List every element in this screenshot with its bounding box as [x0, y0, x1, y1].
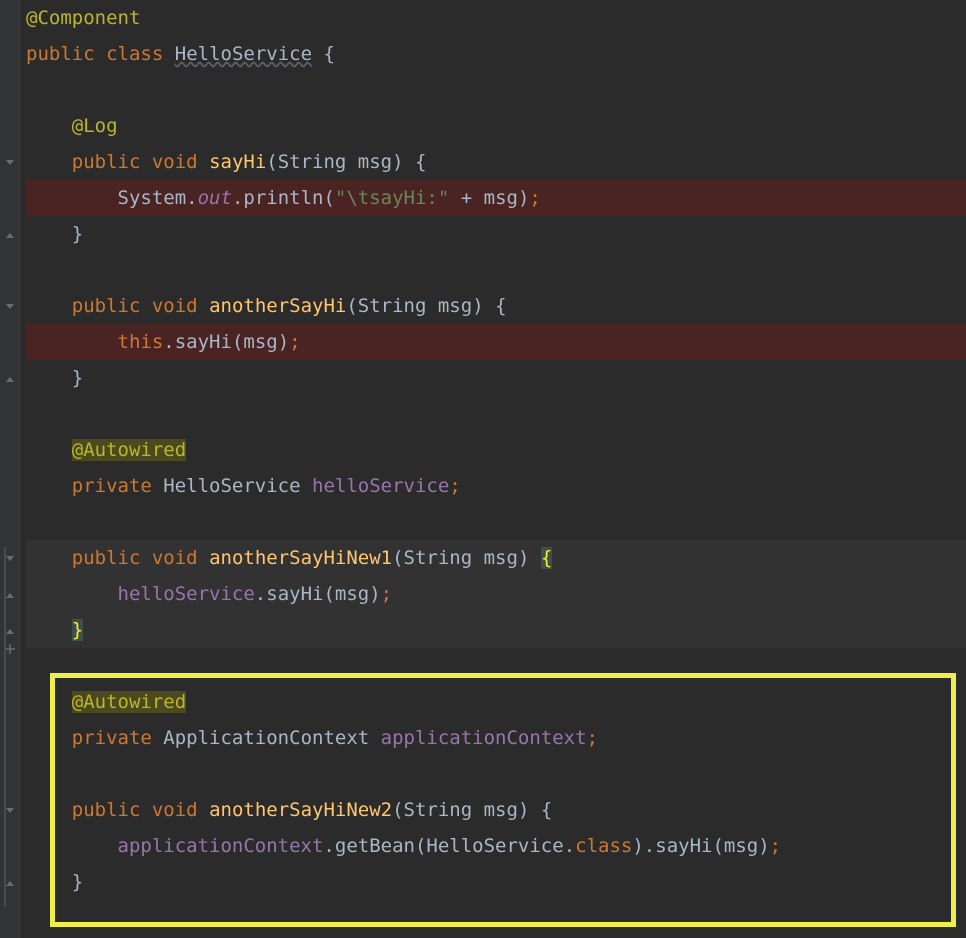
- gutter: [0, 0, 20, 938]
- annotation: @Component: [26, 7, 140, 29]
- field-name: helloService: [312, 475, 449, 497]
- fold-close-icon[interactable]: [3, 229, 17, 243]
- code-line[interactable]: }: [26, 216, 966, 252]
- fold-close-icon[interactable]: [3, 589, 17, 603]
- fold-open-icon[interactable]: [3, 553, 17, 567]
- fold-open-icon[interactable]: [3, 301, 17, 315]
- code-line[interactable]: helloService.sayHi(msg);: [26, 576, 966, 612]
- fold-close-icon[interactable]: [3, 625, 17, 639]
- code-line[interactable]: public void anotherSayHiNew1(String msg)…: [26, 540, 966, 576]
- code-line[interactable]: @Autowired: [26, 432, 966, 468]
- code-line[interactable]: private HelloService helloService;: [26, 468, 966, 504]
- brace: {: [323, 43, 334, 65]
- static-field: out: [198, 187, 232, 209]
- keyword: public: [72, 151, 141, 173]
- code-line[interactable]: @Log: [26, 108, 966, 144]
- brace-match: }: [72, 619, 83, 641]
- keyword: class: [106, 43, 163, 65]
- fold-close-icon[interactable]: [3, 373, 17, 387]
- method-name: sayHi: [209, 151, 266, 173]
- selection-highlight-box: [50, 673, 956, 927]
- annotation: @Autowired: [72, 439, 186, 461]
- fold-collapse-icon[interactable]: [3, 643, 17, 657]
- class-name: HelloService: [175, 43, 312, 65]
- annotation: @Log: [72, 115, 118, 137]
- keyword: void: [152, 151, 198, 173]
- code-line[interactable]: }: [26, 612, 966, 648]
- code-line[interactable]: System.out.println("\tsayHi:" + msg);: [26, 180, 966, 216]
- fold-open-icon[interactable]: [3, 805, 17, 819]
- code-line[interactable]: [26, 396, 966, 432]
- code-editor[interactable]: @Component public class HelloService { @…: [0, 0, 966, 938]
- code-line[interactable]: public void anotherSayHi(String msg) {: [26, 288, 966, 324]
- code-line[interactable]: [26, 72, 966, 108]
- code-line[interactable]: @Component: [26, 0, 966, 36]
- brace-match: {: [541, 547, 552, 569]
- code-line[interactable]: this.sayHi(msg);: [26, 324, 966, 360]
- fold-close-icon[interactable]: [3, 877, 17, 891]
- fold-open-icon[interactable]: [3, 157, 17, 171]
- code-line[interactable]: public class HelloService {: [26, 36, 966, 72]
- code-line[interactable]: [26, 252, 966, 288]
- params: (String msg): [266, 151, 415, 173]
- string-literal: "\tsayHi:": [335, 187, 449, 209]
- code-line[interactable]: }: [26, 360, 966, 396]
- method-name: anotherSayHiNew1: [209, 547, 392, 569]
- code-line[interactable]: public void sayHi(String msg) {: [26, 144, 966, 180]
- method-name: anotherSayHi: [209, 295, 346, 317]
- code-line[interactable]: [26, 504, 966, 540]
- keyword: public: [26, 43, 95, 65]
